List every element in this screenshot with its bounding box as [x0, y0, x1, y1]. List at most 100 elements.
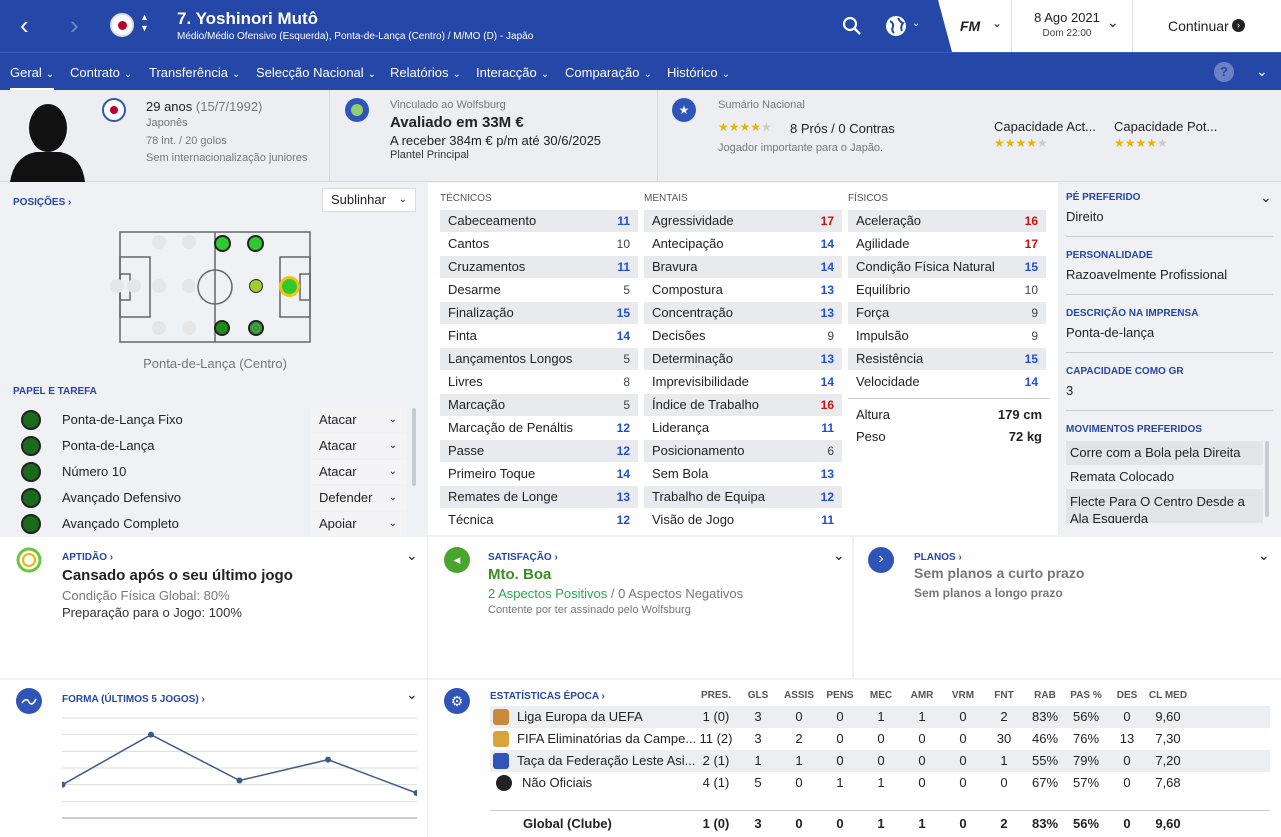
- attribute-row[interactable]: Cabeceamento 11: [440, 210, 638, 232]
- attribute-row[interactable]: Bravura 14: [644, 256, 842, 278]
- attribute-row[interactable]: Trabalho de Equipa 12: [644, 486, 842, 508]
- attribute-row[interactable]: Aceleração 16: [848, 210, 1046, 232]
- calendar-dropdown-icon[interactable]: ⌄: [1107, 14, 1119, 31]
- back-arrow-icon[interactable]: ‹: [20, 12, 46, 40]
- attribute-row[interactable]: Concentração 13: [644, 302, 842, 324]
- role-row[interactable]: Ponta-de-Lança Fixo Atacar ⌄: [18, 408, 408, 432]
- stats-row[interactable]: Liga Europa da UEFA 1 (0) 3 0 0 1 1 0 2 83% 56% 0 9,…: [490, 706, 1270, 728]
- fm-logo[interactable]: FM: [960, 18, 980, 34]
- tab-transferencia[interactable]: Transferência ⌄: [149, 65, 240, 80]
- stats-total-row[interactable]: Global (Clube) 1 (0) 3 0 0 1 1 0 2 83% 56% 0 9,60: [490, 813, 1270, 835]
- attribute-row[interactable]: Impulsão 9: [848, 325, 1046, 347]
- highlight-dropdown[interactable]: Sublinhar ⌄: [322, 188, 416, 212]
- attribute-row[interactable]: Livres 8: [440, 371, 638, 393]
- attribute-row[interactable]: Sem Bola 13: [644, 463, 842, 485]
- attribute-row[interactable]: Remates de Longe 13: [440, 486, 638, 508]
- attribute-row[interactable]: Agressividade 17: [644, 210, 842, 232]
- attribute-row[interactable]: Finalização 15: [440, 302, 638, 324]
- continue-arrow-icon[interactable]: ›: [1232, 19, 1245, 32]
- stats-column-header[interactable]: GLS: [738, 690, 778, 701]
- attribute-row[interactable]: Agilidade 17: [848, 233, 1046, 255]
- form-title[interactable]: FORMA (ÚLTIMOS 5 JOGOS) ›: [62, 694, 205, 705]
- negative-aspects[interactable]: 0 Aspectos Negativos: [618, 586, 743, 601]
- attribute-row[interactable]: Finta 14: [440, 325, 638, 347]
- attribute-row[interactable]: Antecipação 14: [644, 233, 842, 255]
- roles-scrollbar[interactable]: [412, 408, 416, 486]
- tab-historico[interactable]: Histórico ⌄: [667, 65, 730, 80]
- globe-icon[interactable]: [885, 15, 907, 37]
- attribute-row[interactable]: Liderança 11: [644, 417, 842, 439]
- stats-row[interactable]: FIFA Eliminatórias da Campe... 11 (2) 3 2 0 0…: [490, 728, 1270, 750]
- continue-button[interactable]: Continuar: [1168, 18, 1229, 34]
- fitness-collapse-icon[interactable]: ⌄: [406, 547, 418, 564]
- tab-bar-collapse-icon[interactable]: ⌄: [1256, 63, 1268, 80]
- tab-seleccao-nacional[interactable]: Selecção Nacional ⌄: [256, 65, 376, 80]
- plans-collapse-icon[interactable]: ⌄: [1258, 547, 1270, 564]
- positive-aspects[interactable]: 2 Aspectos Positivos: [488, 586, 607, 601]
- role-row[interactable]: Avançado Defensivo Defender ⌄: [18, 486, 408, 510]
- stats-column-header[interactable]: DES: [1107, 690, 1147, 701]
- player-switch-icon[interactable]: ▲ ▼: [140, 12, 149, 34]
- duty-dropdown[interactable]: Atacar ⌄: [311, 408, 407, 432]
- fm-dropdown-icon[interactable]: ⌄: [992, 16, 1002, 30]
- stats-column-header[interactable]: CL MED: [1148, 690, 1188, 701]
- happiness-title[interactable]: SATISFAÇÃO ›: [488, 552, 558, 563]
- tab-contrato[interactable]: Contrato ⌄: [70, 65, 132, 80]
- fitness-title[interactable]: APTIDÃO ›: [62, 552, 113, 563]
- attribute-row[interactable]: Imprevisibilidade 14: [644, 371, 842, 393]
- attribute-row[interactable]: Determinação 13: [644, 348, 842, 370]
- moves-scrollbar[interactable]: [1265, 441, 1269, 517]
- season-stats-title[interactable]: ESTATÍSTICAS ÉPOCA ›: [490, 691, 605, 702]
- duty-dropdown[interactable]: Apoiar ⌄: [311, 512, 407, 536]
- search-icon[interactable]: [842, 16, 862, 36]
- attribute-row[interactable]: Compostura 13: [644, 279, 842, 301]
- tab-comparacao[interactable]: Comparação ⌄: [565, 65, 652, 80]
- role-row[interactable]: Ponta-de-Lança Atacar ⌄: [18, 434, 408, 458]
- role-row[interactable]: Avançado Completo Apoiar ⌄: [18, 512, 408, 536]
- attribute-row[interactable]: Posicionamento 6: [644, 440, 842, 462]
- stats-column-header[interactable]: ASSIS: [779, 690, 819, 701]
- tab-relatorios[interactable]: Relatórios ⌄: [390, 65, 461, 80]
- attribute-row[interactable]: Lançamentos Longos 5: [440, 348, 638, 370]
- duty-dropdown[interactable]: Defender ⌄: [311, 486, 407, 510]
- attribute-row[interactable]: Equilíbrio 10: [848, 279, 1046, 301]
- stats-column-header[interactable]: PENS: [820, 690, 860, 701]
- stats-column-header[interactable]: FNT: [984, 690, 1024, 701]
- attribute-row[interactable]: Condição Física Natural 15: [848, 256, 1046, 278]
- globe-dropdown-icon[interactable]: ⌄: [912, 18, 920, 29]
- help-icon[interactable]: ?: [1214, 62, 1234, 82]
- stats-column-header[interactable]: RAB: [1025, 690, 1065, 701]
- attribute-row[interactable]: Desarme 5: [440, 279, 638, 301]
- attribute-row[interactable]: Cruzamentos 11: [440, 256, 638, 278]
- role-row[interactable]: Número 10 Atacar ⌄: [18, 460, 408, 484]
- plans-title[interactable]: PLANOS ›: [914, 552, 962, 563]
- stats-column-header[interactable]: PAS %: [1066, 690, 1106, 701]
- duty-dropdown[interactable]: Atacar ⌄: [311, 434, 407, 458]
- positions-title[interactable]: POSIÇÕES ›: [13, 197, 71, 208]
- stats-column-header[interactable]: PRES.: [696, 690, 736, 701]
- attribute-row[interactable]: Índice de Trabalho 16: [644, 394, 842, 416]
- attribute-row[interactable]: Resistência 15: [848, 348, 1046, 370]
- stats-column-header[interactable]: MEC: [861, 690, 901, 701]
- position-dot-selected[interactable]: [279, 276, 300, 297]
- stats-row[interactable]: Não Oficiais 4 (1) 5 0 1 1 0 0 0 67% 57% 0 7,68: [490, 772, 1270, 794]
- stats-column-header[interactable]: AMR: [902, 690, 942, 701]
- attribute-row[interactable]: Primeiro Toque 14: [440, 463, 638, 485]
- happiness-collapse-icon[interactable]: ⌄: [833, 547, 845, 564]
- attribute-row[interactable]: Força 9: [848, 302, 1046, 324]
- attribute-row[interactable]: Técnica 12: [440, 509, 638, 531]
- forward-arrow-icon[interactable]: ›: [70, 12, 96, 40]
- attribute-row[interactable]: Marcação de Penáltis 12: [440, 417, 638, 439]
- stats-row[interactable]: Taça da Federação Leste Asi... 2 (1) 1 1 0 0 0…: [490, 750, 1270, 772]
- attribute-row[interactable]: Cantos 10: [440, 233, 638, 255]
- tab-geral[interactable]: Geral ⌄: [10, 65, 55, 91]
- attribute-row[interactable]: Marcação 5: [440, 394, 638, 416]
- attribute-row[interactable]: Passe 12: [440, 440, 638, 462]
- tab-interaccao[interactable]: Interacção ⌄: [476, 65, 549, 80]
- duty-dropdown[interactable]: Atacar ⌄: [311, 460, 407, 484]
- attribute-row[interactable]: Visão de Jogo 11: [644, 509, 842, 531]
- stats-column-header[interactable]: VRM: [943, 690, 983, 701]
- attribute-row[interactable]: Decisões 9: [644, 325, 842, 347]
- side-panel-collapse-icon[interactable]: ⌄: [1260, 189, 1272, 206]
- form-collapse-icon[interactable]: ⌄: [406, 686, 418, 703]
